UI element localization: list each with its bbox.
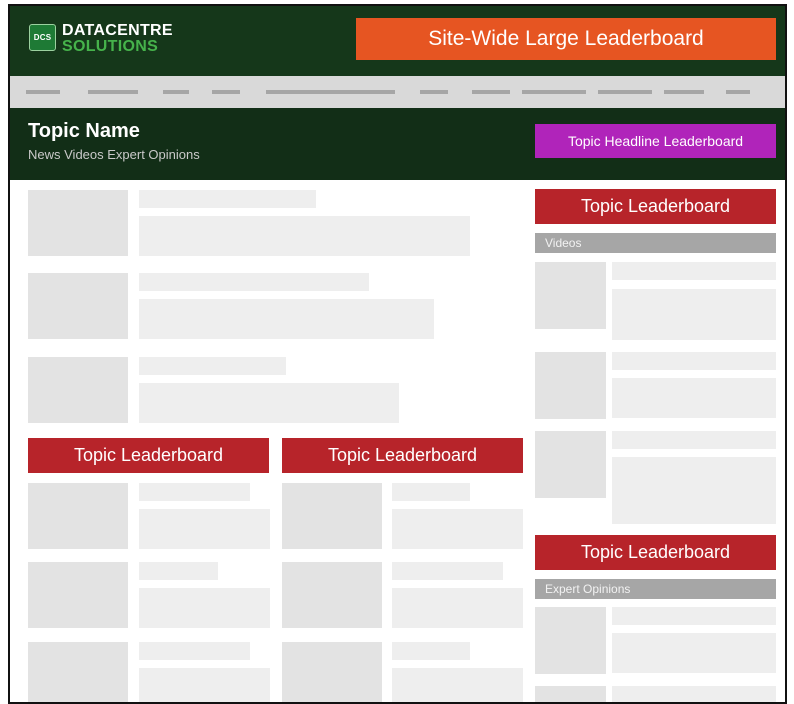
- nav-item-placeholder[interactable]: [88, 90, 138, 94]
- nav-item-placeholder[interactable]: [598, 90, 652, 94]
- videos-section-label[interactable]: Videos: [535, 233, 776, 253]
- article-thumbnail[interactable]: [282, 642, 382, 702]
- nav-item-placeholder[interactable]: [212, 90, 240, 94]
- topic-leaderboard-ad[interactable]: Topic Leaderboard: [282, 438, 523, 473]
- article-summary-placeholder: [392, 588, 523, 628]
- topic-leaderboard-ad[interactable]: Topic Leaderboard: [535, 535, 776, 570]
- expert-thumbnail[interactable]: [535, 607, 606, 674]
- article-headline-placeholder[interactable]: [392, 562, 503, 580]
- article-summary-placeholder: [139, 668, 270, 702]
- nav-item-placeholder[interactable]: [266, 90, 395, 94]
- video-headline-placeholder[interactable]: [612, 262, 776, 280]
- nav-item-placeholder[interactable]: [26, 90, 60, 94]
- article-thumbnail[interactable]: [28, 642, 128, 702]
- topic-links[interactable]: News Videos Expert Opinions: [28, 147, 200, 163]
- article-summary-placeholder: [392, 668, 523, 702]
- expert-headline-placeholder[interactable]: [612, 607, 776, 625]
- logo-badge[interactable]: DCS: [29, 24, 56, 51]
- article-summary-placeholder: [139, 383, 399, 423]
- article-headline-placeholder[interactable]: [139, 483, 250, 501]
- page-wireframe: DCS DATACENTRE SOLUTIONS Site-Wide Large…: [8, 4, 787, 704]
- video-summary-placeholder: [612, 457, 776, 524]
- article-headline-placeholder[interactable]: [139, 190, 316, 208]
- video-headline-placeholder[interactable]: [612, 352, 776, 370]
- nav-item-placeholder[interactable]: [472, 90, 510, 94]
- topic-title: Topic Name: [28, 120, 140, 142]
- article-summary-placeholder: [139, 216, 470, 256]
- article-headline-placeholder[interactable]: [392, 642, 470, 660]
- article-summary-placeholder: [139, 509, 270, 549]
- article-headline-placeholder[interactable]: [392, 483, 470, 501]
- video-headline-placeholder[interactable]: [612, 431, 776, 449]
- article-headline-placeholder[interactable]: [139, 562, 218, 580]
- logo-text-datacentre[interactable]: DATACENTRE: [62, 23, 173, 39]
- topic-leaderboard-ad[interactable]: Topic Leaderboard: [535, 189, 776, 224]
- video-thumbnail[interactable]: [535, 431, 606, 498]
- article-thumbnail[interactable]: [28, 190, 128, 256]
- article-headline-placeholder[interactable]: [139, 273, 369, 291]
- article-thumbnail[interactable]: [28, 562, 128, 628]
- article-summary-placeholder: [139, 299, 434, 339]
- topic-headline-leaderboard-ad[interactable]: Topic Headline Leaderboard: [535, 124, 776, 158]
- article-thumbnail[interactable]: [28, 483, 128, 549]
- nav-item-placeholder[interactable]: [664, 90, 704, 94]
- nav-item-placeholder[interactable]: [726, 90, 750, 94]
- video-summary-placeholder: [612, 378, 776, 418]
- expert-summary-placeholder: [612, 633, 776, 673]
- topic-leaderboard-ad[interactable]: Topic Leaderboard: [28, 438, 269, 473]
- nav-item-placeholder[interactable]: [163, 90, 189, 94]
- article-summary-placeholder: [392, 509, 523, 549]
- expert-headline-placeholder[interactable]: [612, 686, 776, 702]
- expert-opinions-section-label[interactable]: Expert Opinions: [535, 579, 776, 599]
- article-thumbnail[interactable]: [28, 357, 128, 423]
- article-thumbnail[interactable]: [28, 273, 128, 339]
- expert-thumbnail[interactable]: [535, 686, 606, 702]
- video-thumbnail[interactable]: [535, 352, 606, 419]
- video-summary-placeholder: [612, 289, 776, 340]
- video-thumbnail[interactable]: [535, 262, 606, 329]
- nav-item-placeholder[interactable]: [522, 90, 586, 94]
- logo-text-solutions[interactable]: SOLUTIONS: [62, 39, 158, 55]
- article-summary-placeholder: [139, 588, 270, 628]
- article-thumbnail[interactable]: [282, 562, 382, 628]
- article-headline-placeholder[interactable]: [139, 357, 286, 375]
- article-headline-placeholder[interactable]: [139, 642, 250, 660]
- site-wide-leaderboard-ad[interactable]: Site-Wide Large Leaderboard: [356, 18, 776, 60]
- nav-item-placeholder[interactable]: [420, 90, 448, 94]
- article-thumbnail[interactable]: [282, 483, 382, 549]
